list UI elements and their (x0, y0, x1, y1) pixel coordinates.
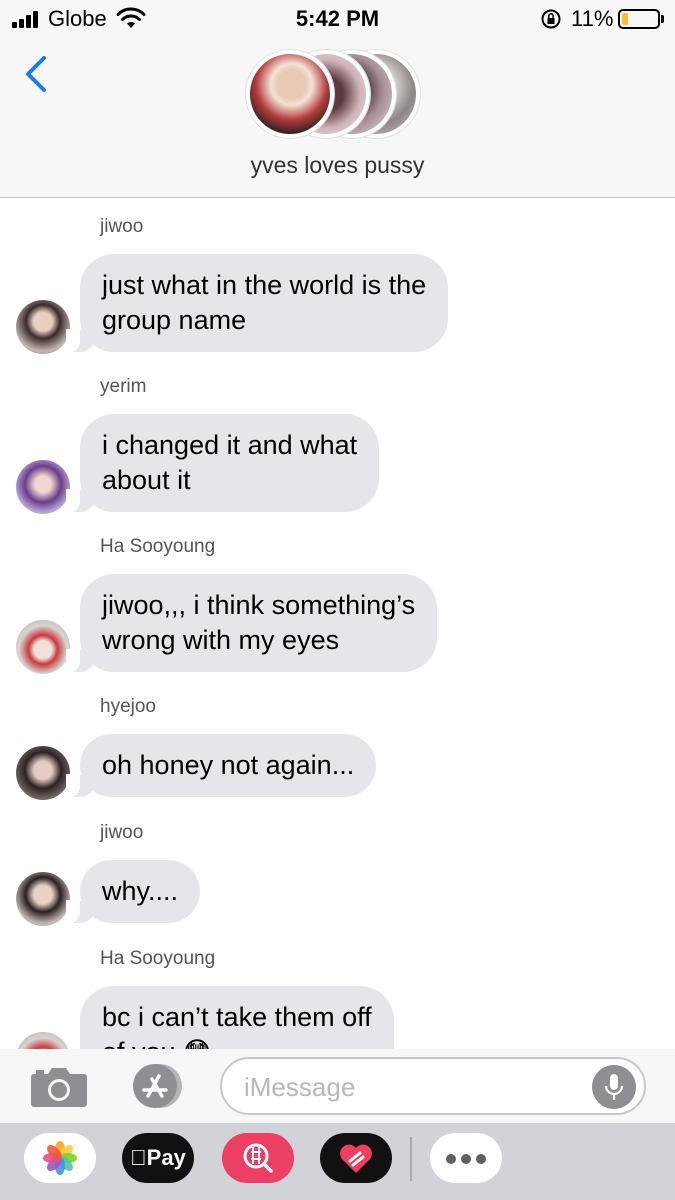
wifi-icon (116, 7, 146, 28)
avatar[interactable] (16, 300, 70, 354)
drawer-divider (410, 1137, 412, 1181)
magnifier-icon (243, 1143, 273, 1173)
message-text: bc i can’t take them off of you 😳 (102, 1002, 372, 1049)
apple-pay-label: Pay (138, 1145, 186, 1170)
camera-icon[interactable] (30, 1064, 88, 1108)
group-member-avatar (246, 50, 334, 138)
message-text: just what in the world is the group name (102, 270, 427, 335)
message-input-field[interactable] (220, 1057, 646, 1115)
sender-name: jiwoo (100, 216, 144, 237)
orientation-lock-icon (541, 9, 561, 29)
more-icon[interactable] (430, 1133, 502, 1183)
battery-icon (618, 9, 660, 29)
message-list[interactable]: jiwoo just what in the world is the grou… (0, 198, 675, 1049)
apple-pay-icon[interactable]: Pay (122, 1133, 194, 1183)
app-store-icon[interactable] (126, 1061, 188, 1111)
battery-level-fill (622, 13, 628, 25)
group-title[interactable]: yves loves pussy (0, 152, 675, 179)
app-drawer: Pay (0, 1123, 675, 1200)
message-bubble[interactable]: bc i can’t take them off of you 😳 (80, 986, 394, 1049)
message-text: why.... (102, 876, 179, 906)
more-dot (446, 1154, 456, 1164)
battery-tip (661, 15, 664, 23)
sender-name: hyejoo (100, 696, 156, 717)
composer-bar (0, 1049, 675, 1123)
chevron-left-icon[interactable] (18, 52, 54, 96)
apple-logo-icon:  (130, 1145, 147, 1170)
avatar[interactable] (16, 872, 70, 926)
message-input[interactable] (244, 1069, 584, 1105)
sender-name: Ha Sooyoung (100, 536, 216, 557)
more-dot (476, 1154, 486, 1164)
sender-name: Ha Sooyoung (100, 948, 216, 969)
sender-name: jiwoo (100, 822, 144, 843)
photos-icon[interactable] (24, 1133, 96, 1183)
group-avatar-stack[interactable] (246, 50, 426, 138)
search-images-icon[interactable] (222, 1133, 294, 1183)
conversation-header: yves loves pussy (0, 38, 675, 198)
photos-flower-icon (43, 1141, 77, 1175)
message-bubble[interactable]: oh honey not again... (65, 734, 377, 798)
message-text: i changed it and what about it (102, 430, 358, 495)
digital-touch-icon[interactable] (320, 1133, 392, 1183)
message-bubble[interactable]: jiwoo,,, i think something’s wrong with … (65, 574, 438, 673)
sender-name: yerim (100, 376, 147, 397)
carrier-name: Globe (48, 6, 107, 31)
status-bar: Globe 5:42 PM 11% (0, 0, 675, 38)
avatar[interactable] (16, 620, 70, 674)
microphone-glyph (604, 1074, 624, 1100)
battery-percent: 11% (571, 6, 614, 31)
avatar[interactable] (16, 460, 70, 514)
more-dot (461, 1154, 471, 1164)
message-text: jiwoo,,, i think something’s wrong with … (102, 590, 416, 655)
message-bubble[interactable]: i changed it and what about it (65, 414, 380, 513)
avatar[interactable] (16, 746, 70, 800)
signal-icon (12, 10, 42, 28)
heart-icon (340, 1144, 372, 1173)
microphone-icon[interactable] (592, 1065, 636, 1109)
message-text: oh honey not again... (102, 750, 355, 780)
message-bubble[interactable]: just what in the world is the group name (65, 254, 449, 353)
message-bubble[interactable]: why.... (65, 860, 201, 924)
avatar[interactable] (16, 1032, 70, 1049)
